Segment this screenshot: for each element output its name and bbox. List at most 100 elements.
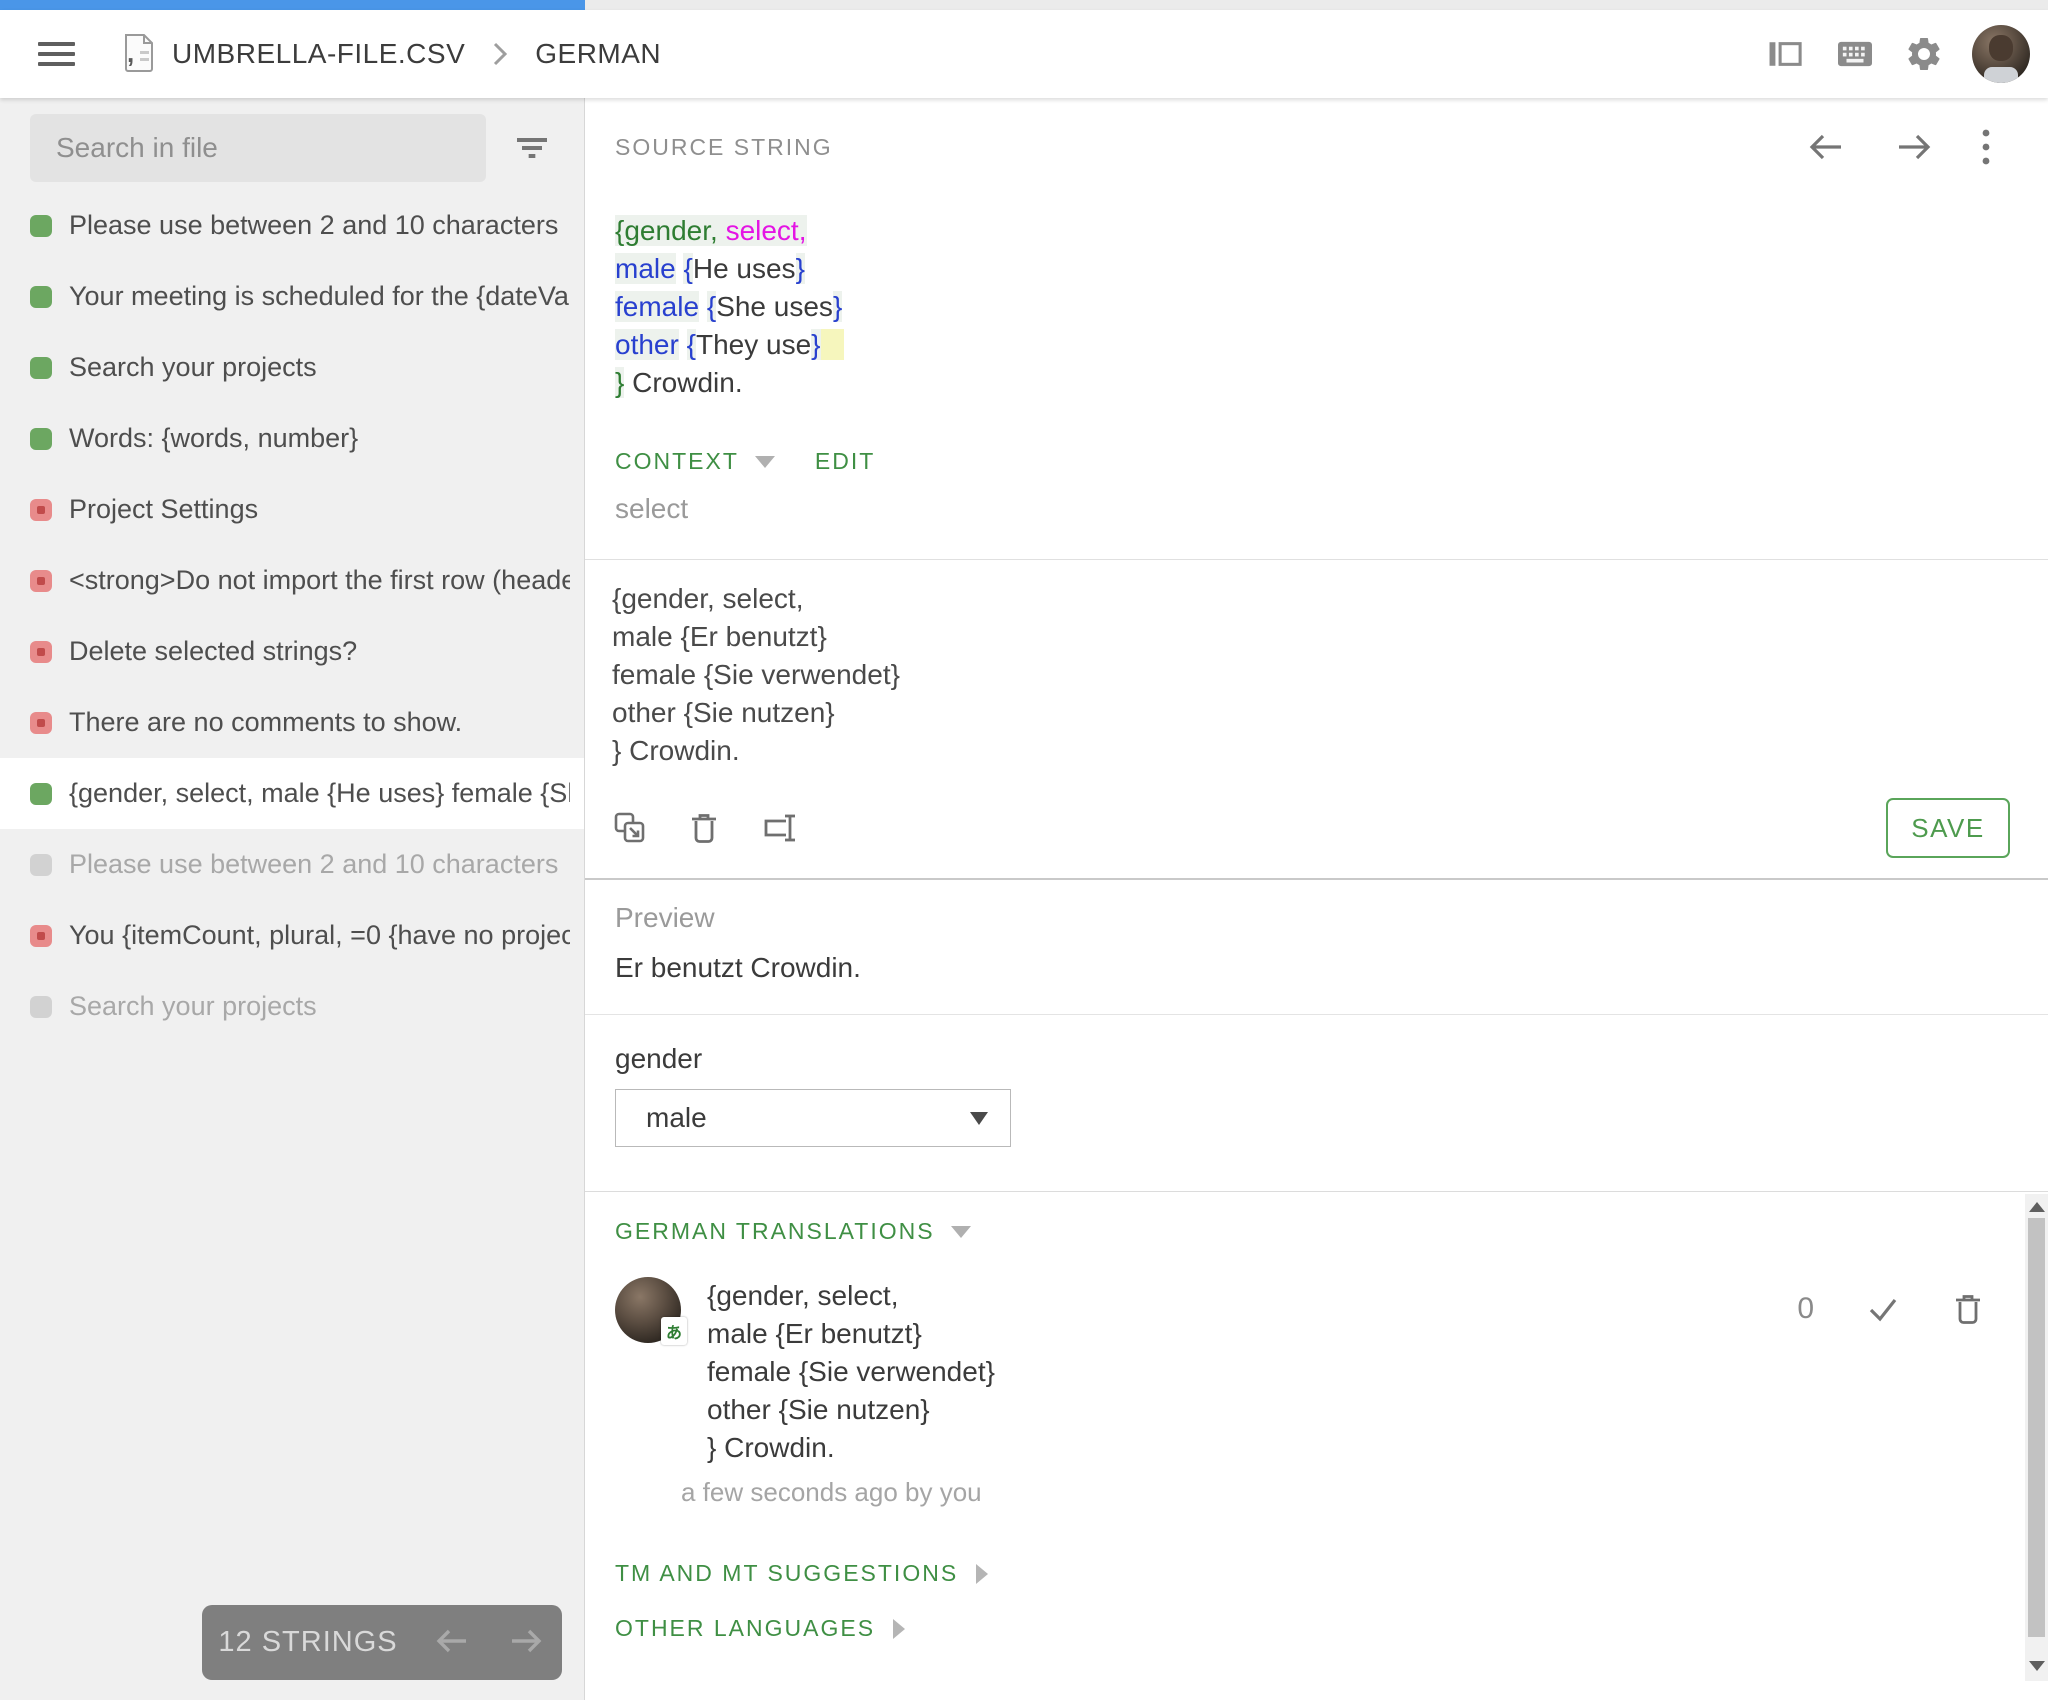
- source-string-title: SOURCE STRING: [615, 133, 833, 160]
- strings-sidebar: Please use between 2 and 10 characters Yo…: [0, 98, 585, 1700]
- translation-entry-text: {gender, select, male {Er benutzt} female …: [707, 1280, 995, 1463]
- string-status-icon: [30, 498, 52, 521]
- list-item[interactable]: Please use between 2 and 10 characters: [0, 829, 584, 900]
- string-label: You {itemCount, plural, =0 {have no proj…: [69, 920, 570, 950]
- translations-panel: GERMAN TRANSLATIONS あ {gender, select, ma…: [585, 1191, 2048, 1681]
- divider: [585, 559, 2048, 560]
- string-status-icon: [30, 711, 52, 734]
- csv-file-icon: ,: [122, 31, 156, 78]
- progress-strip: [0, 0, 2048, 10]
- translation-input[interactable]: {gender, select, male {Er benutzt} female …: [612, 580, 2008, 770]
- string-status-icon: [30, 214, 52, 237]
- breadcrumb-language[interactable]: GERMAN: [535, 38, 661, 70]
- icu-param-selected-value: male: [646, 1102, 707, 1133]
- list-item[interactable]: Search your projects: [0, 971, 584, 1042]
- scroll-down-icon[interactable]: [2028, 1661, 2045, 1671]
- string-status-icon: [30, 285, 52, 308]
- top-bar: , UMBRELLA-FILE.CSV GERMAN: [0, 10, 2048, 98]
- search-input[interactable]: [30, 114, 486, 182]
- scrollbar[interactable]: [2025, 1194, 2048, 1681]
- vote-count: 0: [1797, 1292, 1814, 1325]
- translator-badge-icon: あ: [661, 1317, 687, 1345]
- context-toggle[interactable]: CONTEXT: [615, 448, 739, 475]
- triangle-right-icon[interactable]: [893, 1618, 906, 1639]
- list-item[interactable]: Search your projects: [0, 332, 584, 403]
- context-value: select: [615, 493, 689, 524]
- trash-icon[interactable]: [1952, 1291, 1984, 1327]
- scroll-up-icon[interactable]: [2028, 1202, 2045, 1212]
- string-label: Search your projects: [69, 991, 317, 1021]
- select-caret-icon: [970, 1111, 988, 1125]
- list-item[interactable]: You {itemCount, plural, =0 {have no proj…: [0, 900, 584, 971]
- progress-bar-fill: [0, 0, 585, 10]
- string-status-icon: [30, 853, 52, 876]
- prev-page-icon[interactable]: [432, 1626, 472, 1659]
- chevron-right-icon: [491, 40, 509, 68]
- translator-avatar: あ: [615, 1277, 687, 1345]
- list-item[interactable]: Please use between 2 and 10 characters: [0, 190, 584, 261]
- list-item[interactable]: Words: {words, number}: [0, 403, 584, 474]
- list-item[interactable]: <strong>Do not import the first row (hea…: [0, 545, 584, 616]
- svg-text:,: ,: [127, 38, 134, 68]
- strings-pager[interactable]: 12 STRINGS: [202, 1605, 562, 1680]
- source-string-text: {gender, select, male {He uses} female {Sh…: [615, 215, 845, 398]
- scrollbar-thumb[interactable]: [2028, 1218, 2045, 1637]
- string-status-icon: [30, 995, 52, 1018]
- icu-param-label: gender: [615, 1043, 703, 1074]
- string-status-icon: [30, 640, 52, 663]
- string-label: Please use between 2 and 10 characters: [69, 210, 559, 240]
- string-label: Project Settings: [69, 494, 259, 524]
- strings-count: 12 STRINGS: [218, 1626, 398, 1658]
- gear-icon[interactable]: [1904, 34, 1944, 74]
- string-label: Search your projects: [69, 352, 317, 382]
- filter-icon[interactable]: [512, 128, 552, 168]
- menu-icon[interactable]: [36, 38, 78, 70]
- edit-context-link[interactable]: EDIT: [815, 448, 875, 475]
- previous-string-icon[interactable]: [1804, 127, 1848, 167]
- translation-entry-meta: a few seconds ago by you: [681, 1477, 982, 1507]
- string-label: {gender, select, male {He uses} female {…: [69, 778, 570, 808]
- string-status-icon: [30, 924, 52, 947]
- next-string-icon[interactable]: [1892, 127, 1936, 167]
- string-status-icon: [30, 569, 52, 592]
- string-label: There are no comments to show.: [69, 707, 463, 737]
- divider: [585, 878, 2048, 880]
- side-panel-icon[interactable]: [1766, 36, 1806, 72]
- string-label: Words: {words, number}: [69, 423, 359, 453]
- list-item[interactable]: {gender, select, male {He uses} female {…: [0, 758, 584, 829]
- triangle-down-icon[interactable]: [950, 1225, 971, 1238]
- triangle-right-icon[interactable]: [976, 1563, 989, 1584]
- text-select-icon[interactable]: [760, 810, 800, 846]
- string-list: Please use between 2 and 10 characters Yo…: [0, 190, 584, 1042]
- check-icon[interactable]: [1864, 1292, 1902, 1326]
- editor-main: SOURCE STRING {gender, select, male {He u…: [585, 98, 2048, 1700]
- string-status-icon: [30, 427, 52, 450]
- user-avatar[interactable]: [1972, 25, 2030, 83]
- translations-panel-toggle[interactable]: GERMAN TRANSLATIONS: [615, 1218, 935, 1245]
- list-item[interactable]: Project Settings: [0, 474, 584, 545]
- next-page-icon[interactable]: [506, 1626, 546, 1659]
- preview-label: Preview: [615, 902, 715, 933]
- other-languages-toggle[interactable]: OTHER LANGUAGES: [615, 1615, 875, 1642]
- string-label: <strong>Do not import the first row (hea…: [69, 565, 570, 595]
- copy-source-icon[interactable]: [612, 810, 648, 846]
- list-item[interactable]: There are no comments to show.: [0, 687, 584, 758]
- list-item[interactable]: Your meeting is scheduled for the {dateV…: [0, 261, 584, 332]
- trash-icon[interactable]: [688, 810, 720, 846]
- tm-suggestions-toggle[interactable]: TM AND MT SUGGESTIONS: [615, 1560, 958, 1587]
- string-label: Your meeting is scheduled for the {dateV…: [69, 281, 570, 311]
- editor-window: , UMBRELLA-FILE.CSV GERMAN Search in fil…: [0, 0, 2048, 1700]
- string-status-icon: [30, 356, 52, 379]
- kebab-menu-icon[interactable]: [1980, 126, 1992, 168]
- translation-entry: あ {gender, select, male {Er benutzt} femal…: [615, 1277, 1984, 1508]
- keyboard-icon[interactable]: [1834, 37, 1876, 71]
- save-button[interactable]: SAVE: [1886, 798, 2010, 858]
- divider: [585, 1014, 2048, 1015]
- breadcrumb-file[interactable]: UMBRELLA-FILE.CSV: [172, 38, 465, 70]
- icu-param-select[interactable]: male: [615, 1089, 1011, 1147]
- triangle-down-icon[interactable]: [754, 455, 775, 468]
- string-label: Delete selected strings?: [69, 636, 358, 666]
- list-item[interactable]: Delete selected strings?: [0, 616, 584, 687]
- preview-value: Er benutzt Crowdin.: [615, 952, 861, 983]
- string-status-icon: [30, 782, 52, 805]
